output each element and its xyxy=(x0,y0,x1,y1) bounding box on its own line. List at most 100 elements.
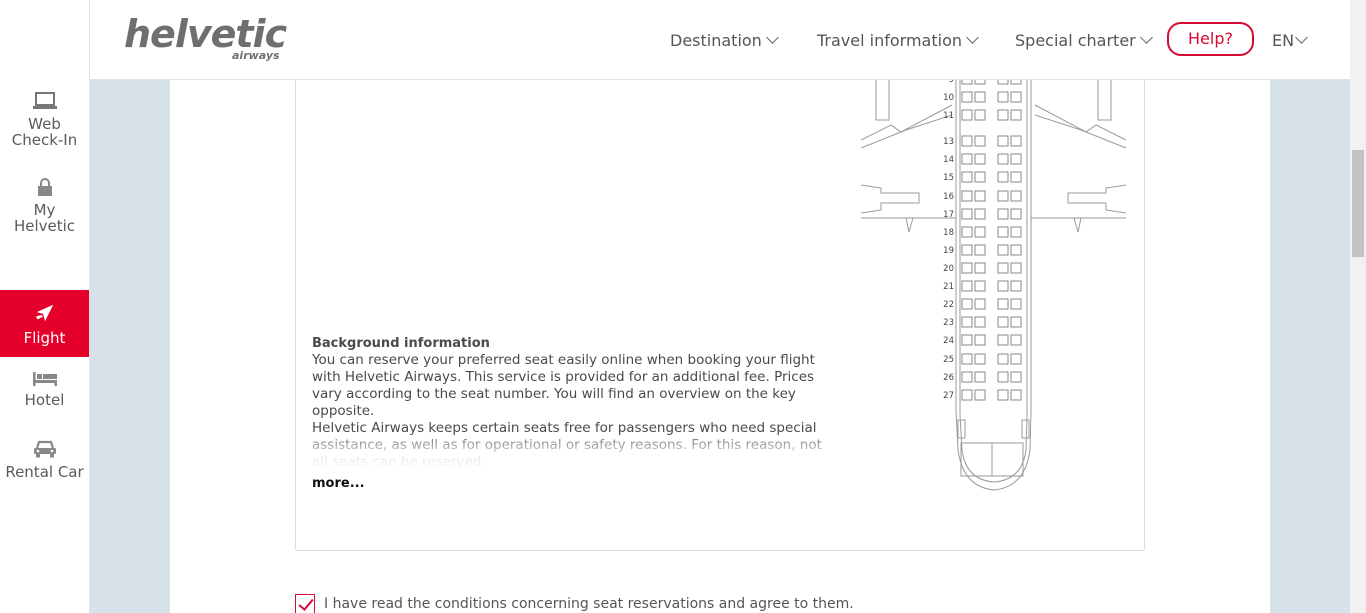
seat[interactable] xyxy=(961,171,973,183)
seat[interactable] xyxy=(974,316,986,328)
seat[interactable] xyxy=(1010,334,1022,346)
seat[interactable] xyxy=(974,389,986,401)
seat[interactable] xyxy=(997,109,1009,121)
seat[interactable] xyxy=(1010,109,1022,121)
sidebar-item-rental-car[interactable]: Rental Car xyxy=(0,440,89,495)
seat[interactable] xyxy=(1010,171,1022,183)
seat[interactable] xyxy=(1010,298,1022,310)
seat[interactable] xyxy=(997,316,1009,328)
seat[interactable] xyxy=(997,190,1009,202)
page-background-right xyxy=(1270,80,1350,613)
sidebar-item-my-helvetic[interactable]: My Helvetic xyxy=(0,178,89,248)
seat[interactable] xyxy=(961,244,973,256)
nav-destination[interactable]: Destination xyxy=(670,0,779,80)
sidebar-item-flight[interactable]: Flight xyxy=(0,290,89,357)
seat[interactable] xyxy=(974,353,986,365)
seat[interactable] xyxy=(997,135,1009,147)
seat[interactable] xyxy=(1010,135,1022,147)
seat[interactable] xyxy=(1010,371,1022,383)
seat[interactable] xyxy=(974,334,986,346)
seat[interactable] xyxy=(974,208,986,220)
seat[interactable] xyxy=(1010,208,1022,220)
seat[interactable] xyxy=(997,171,1009,183)
seat[interactable] xyxy=(974,190,986,202)
seat[interactable] xyxy=(974,371,986,383)
seat[interactable] xyxy=(997,91,1009,103)
sidebar-item-web-check-in[interactable]: Web Check-In xyxy=(0,92,89,162)
agree-checkbox[interactable] xyxy=(295,594,315,613)
seat[interactable] xyxy=(974,109,986,121)
page-scrollbar[interactable] xyxy=(1350,0,1366,613)
seat[interactable] xyxy=(974,135,986,147)
nav-special-charter[interactable]: Special charter xyxy=(1015,0,1153,80)
seat[interactable] xyxy=(961,208,973,220)
seat[interactable] xyxy=(1010,389,1022,401)
seat[interactable] xyxy=(974,280,986,292)
helvetic-logo[interactable]: helvetic airways xyxy=(124,12,296,64)
seat[interactable] xyxy=(961,190,973,202)
seat[interactable] xyxy=(1010,244,1022,256)
scrollbar-thumb[interactable] xyxy=(1352,150,1364,257)
seat[interactable] xyxy=(1010,226,1022,238)
top-bar: helvetic airways Destination Travel info… xyxy=(90,0,1350,80)
seat[interactable] xyxy=(1010,353,1022,365)
seat[interactable] xyxy=(961,298,973,310)
seat[interactable] xyxy=(1010,91,1022,103)
seat[interactable] xyxy=(974,226,986,238)
seat[interactable] xyxy=(961,334,973,346)
row-number: 20 xyxy=(943,264,954,274)
seat[interactable] xyxy=(961,316,973,328)
seat[interactable] xyxy=(961,153,973,165)
nav-travel-information[interactable]: Travel information xyxy=(817,0,979,80)
help-button[interactable]: Help? xyxy=(1167,22,1254,56)
seat[interactable] xyxy=(997,208,1009,220)
seat[interactable] xyxy=(961,353,973,365)
language-selector[interactable]: EN xyxy=(1272,0,1308,80)
row-number: 22 xyxy=(943,300,954,310)
seat[interactable] xyxy=(997,353,1009,365)
seat[interactable] xyxy=(997,298,1009,310)
seat[interactable] xyxy=(961,91,973,103)
seat[interactable] xyxy=(997,226,1009,238)
lock-icon xyxy=(37,178,52,196)
nav-label: Travel information xyxy=(817,30,962,50)
seat[interactable] xyxy=(974,153,986,165)
seat[interactable] xyxy=(974,91,986,103)
seat[interactable] xyxy=(961,262,973,274)
more-link[interactable]: more... xyxy=(312,476,365,491)
seat[interactable] xyxy=(997,262,1009,274)
seat[interactable] xyxy=(961,135,973,147)
car-icon xyxy=(33,440,56,458)
seat[interactable] xyxy=(1010,262,1022,274)
sidebar-item-hotel[interactable]: Hotel xyxy=(0,370,89,425)
seat[interactable] xyxy=(1010,280,1022,292)
seat[interactable] xyxy=(961,226,973,238)
seat[interactable] xyxy=(997,371,1009,383)
seat[interactable] xyxy=(1010,153,1022,165)
seat[interactable] xyxy=(997,334,1009,346)
seat[interactable] xyxy=(974,262,986,274)
seat[interactable] xyxy=(961,109,973,121)
seat[interactable] xyxy=(1010,190,1022,202)
row-number: 24 xyxy=(943,336,954,346)
seat[interactable] xyxy=(1010,316,1022,328)
row-number: 23 xyxy=(943,318,954,328)
row-number: 27 xyxy=(943,391,954,401)
seat[interactable] xyxy=(961,280,973,292)
bed-icon xyxy=(32,372,57,386)
seat-conditions-agreement: I have read the conditions concerning se… xyxy=(295,594,854,613)
sidebar-item-label: Rental Car xyxy=(5,463,84,481)
side-navigation: Web Check-In My Helvetic Flight Hotel Re… xyxy=(0,0,90,613)
sidebar-item-label: Web xyxy=(28,115,61,133)
seat[interactable] xyxy=(961,371,973,383)
seat[interactable] xyxy=(974,244,986,256)
sidebar-item-label: Flight xyxy=(23,329,66,347)
row-number: 13 xyxy=(943,137,954,147)
seat[interactable] xyxy=(997,389,1009,401)
seat[interactable] xyxy=(974,298,986,310)
seat[interactable] xyxy=(997,280,1009,292)
seat[interactable] xyxy=(997,153,1009,165)
seat[interactable] xyxy=(961,389,973,401)
seat[interactable] xyxy=(974,171,986,183)
seat[interactable] xyxy=(997,244,1009,256)
